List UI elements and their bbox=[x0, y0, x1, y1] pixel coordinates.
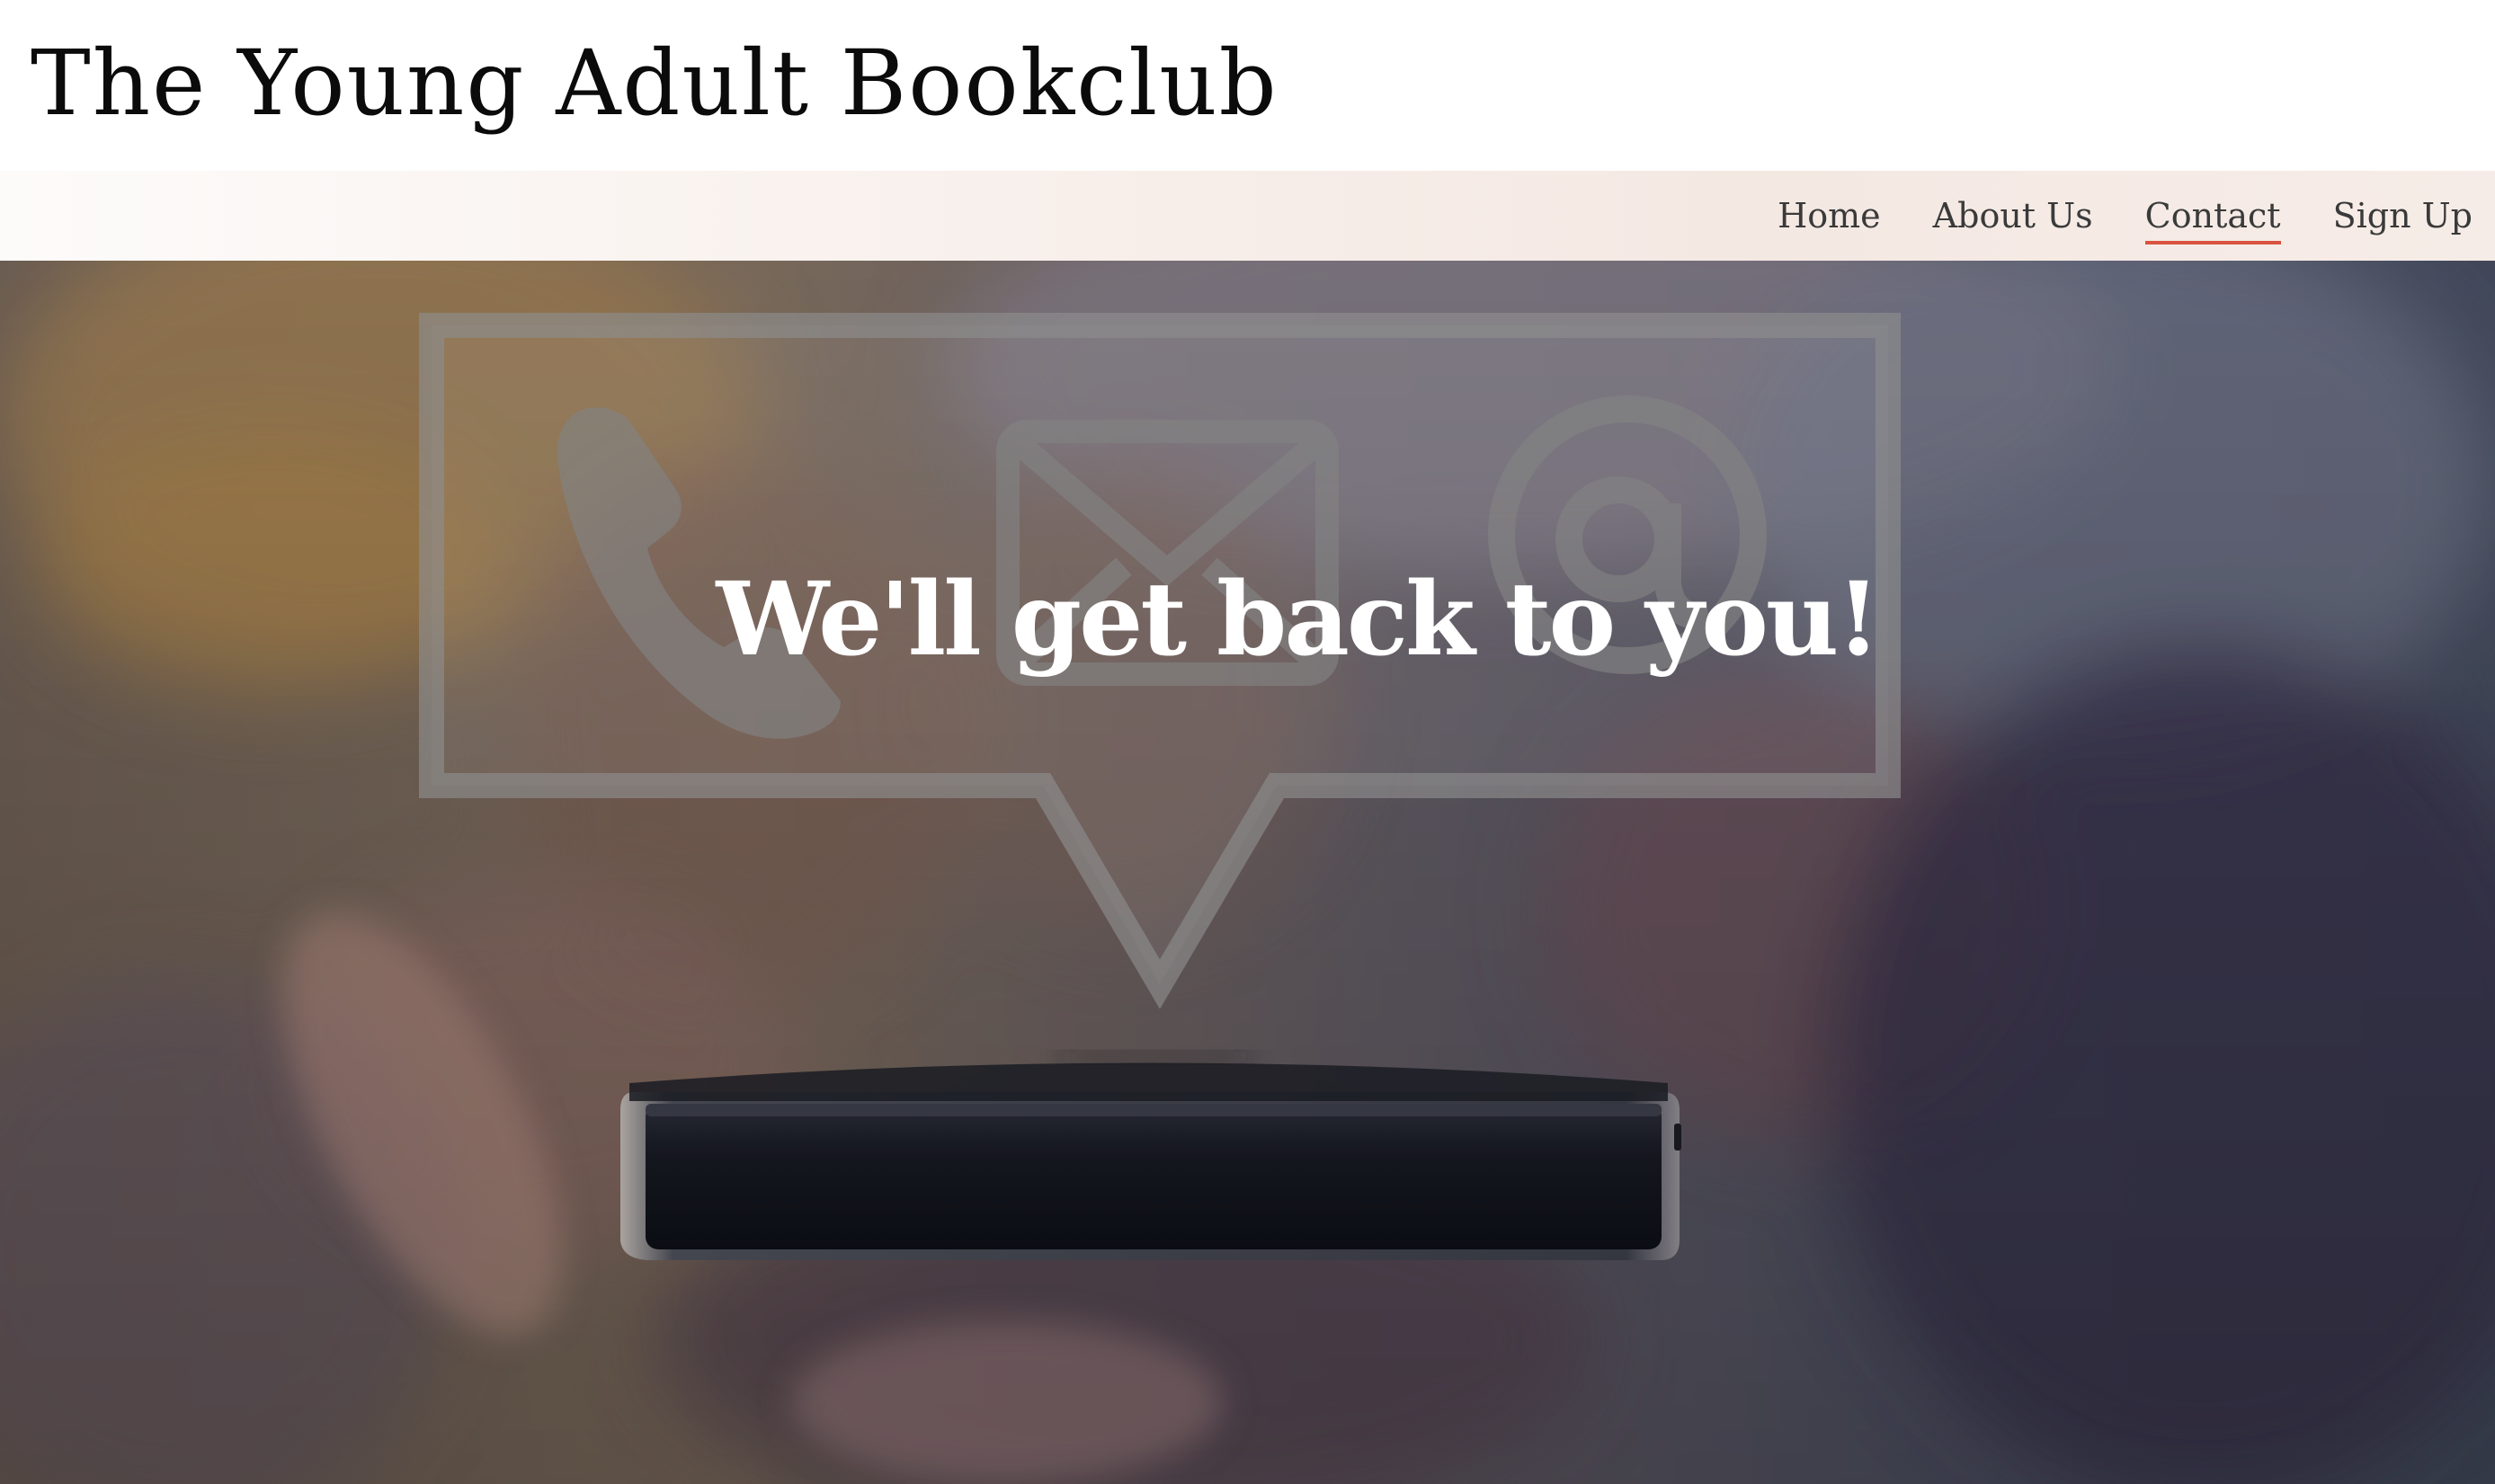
hero-heading: We'll get back to you! bbox=[716, 561, 1880, 679]
nav-item-contact: Contact bbox=[2144, 196, 2281, 244]
hero-background-image bbox=[0, 261, 2495, 1484]
nav-list: Home About Us Contact Sign Up bbox=[1778, 171, 2473, 261]
site-header: The Young Adult Bookclub bbox=[0, 0, 2495, 171]
nav-link-contact[interactable]: Contact bbox=[2144, 196, 2281, 244]
nav-link-about-us[interactable]: About Us bbox=[1933, 196, 2093, 244]
nav-item-home: Home bbox=[1778, 196, 1881, 235]
nav-item-sign-up: Sign Up bbox=[2333, 196, 2473, 235]
site-title: The Young Adult Bookclub bbox=[31, 31, 1279, 136]
nav-link-home[interactable]: Home bbox=[1778, 196, 1881, 244]
contact-hero: We'll get back to you! bbox=[0, 261, 2495, 1484]
nav-link-sign-up[interactable]: Sign Up bbox=[2333, 196, 2473, 244]
main-navigation: Home About Us Contact Sign Up bbox=[0, 171, 2495, 261]
nav-item-about-us: About Us bbox=[1933, 196, 2093, 235]
